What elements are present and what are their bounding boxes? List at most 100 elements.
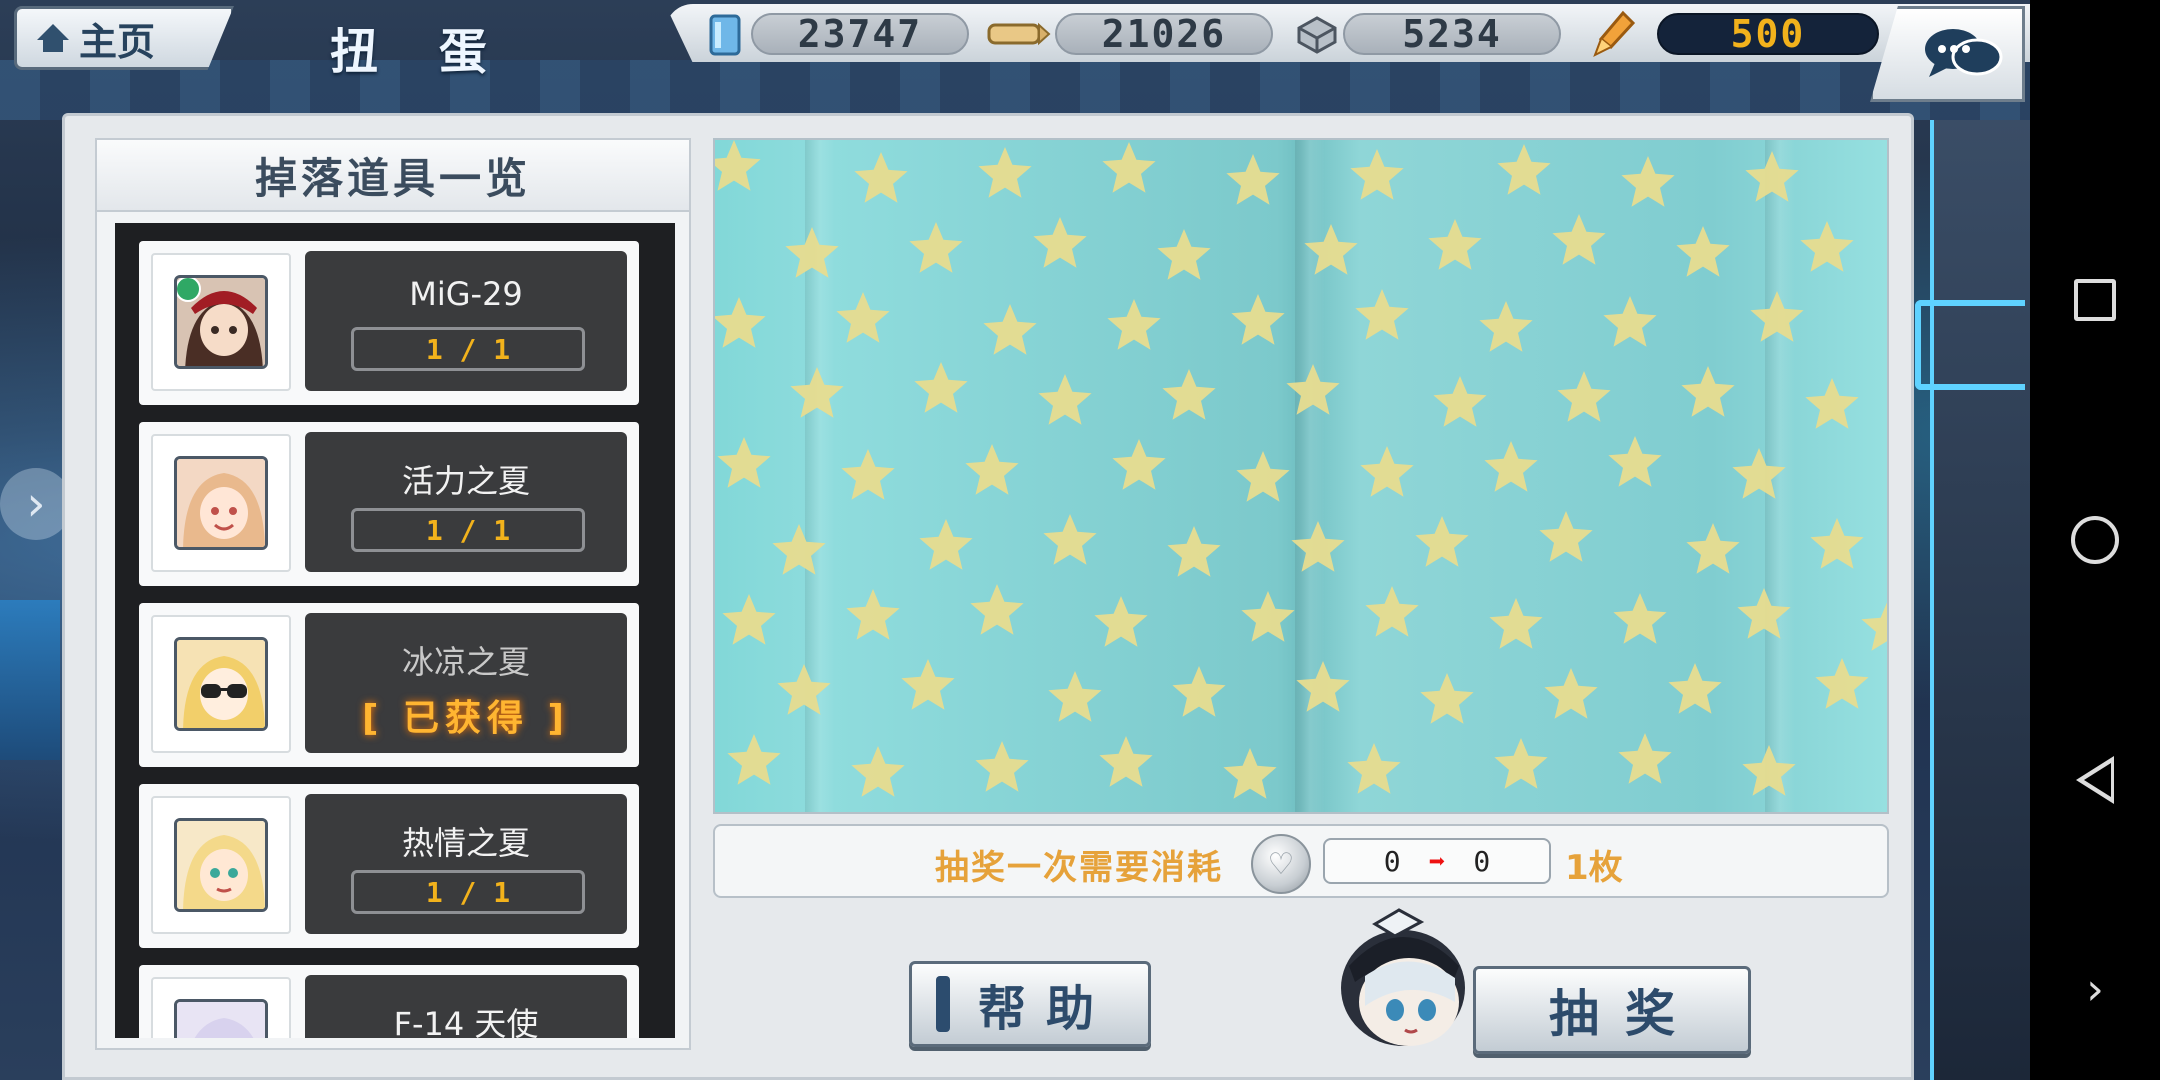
star-decoration — [1608, 436, 1662, 487]
star-decoration — [1241, 591, 1295, 642]
star-decoration — [851, 746, 905, 797]
star-decoration — [1107, 299, 1161, 350]
currency-rocket: 500 — [1593, 10, 1879, 58]
star-decoration — [1742, 745, 1796, 796]
item-count: 1 / 1 — [351, 327, 585, 371]
star-decoration — [965, 444, 1019, 495]
star-decoration — [1497, 144, 1551, 195]
star-decoration — [715, 140, 761, 191]
star-decoration — [1737, 588, 1791, 639]
fuel-value: 23747 — [751, 12, 969, 56]
item-thumbnail — [151, 434, 291, 572]
item-info: MiG-29 1 / 1 — [305, 251, 627, 391]
drop-list-title: 掉落道具一览 — [97, 140, 689, 212]
star-decoration — [1167, 526, 1221, 577]
rocket-icon — [1593, 10, 1637, 58]
star-decoration — [1810, 518, 1864, 569]
star-decoration — [1415, 516, 1469, 567]
star-decoration — [1365, 586, 1419, 637]
currency-steel: 5234 — [1295, 12, 1561, 56]
star-decoration — [1094, 596, 1148, 647]
star-decoration — [715, 297, 766, 348]
rocket-value: 500 — [1657, 12, 1879, 56]
star-decoration — [1048, 671, 1102, 722]
background-glow — [1915, 300, 2025, 390]
item-info: F-14 天使 — [305, 975, 627, 1038]
star-decoration — [1668, 663, 1722, 714]
background-machine — [1930, 120, 2030, 1080]
cost-from: 0 — [1383, 844, 1401, 878]
list-item[interactable]: F-14 天使 — [139, 965, 639, 1038]
star-decoration — [1420, 673, 1474, 724]
star-decoration — [1291, 521, 1345, 572]
list-item[interactable]: 活力之夏 1 / 1 — [139, 422, 639, 586]
list-item[interactable]: 冰凉之夏 [ 已获得 ] — [139, 603, 639, 767]
steel-value: 5234 — [1343, 12, 1561, 56]
help-button[interactable]: 帮助 — [909, 961, 1151, 1047]
item-name: 热情之夏 — [401, 824, 530, 862]
star-decoration — [1621, 156, 1675, 207]
steel-icon — [1295, 12, 1339, 56]
star-decoration — [1613, 593, 1667, 644]
star-decoration — [1732, 448, 1786, 499]
star-decoration — [1861, 602, 1887, 651]
star-decoration — [1360, 446, 1414, 497]
star-decoration — [914, 362, 968, 413]
item-name: MiG-29 — [409, 275, 523, 313]
star-decoration — [1745, 151, 1799, 202]
star-decoration — [1231, 294, 1285, 345]
character-portrait — [174, 999, 268, 1038]
home-icon — [37, 24, 69, 52]
help-bar-icon — [936, 976, 950, 1032]
circle-icon — [2071, 516, 2119, 564]
star-decoration — [1433, 376, 1487, 427]
star-decoration — [970, 584, 1024, 635]
list-item[interactable]: 热情之夏 1 / 1 — [139, 784, 639, 948]
gacha-curtain-display — [713, 138, 1889, 814]
cost-label: 抽奖一次需要消耗 — [935, 848, 1223, 888]
star-decoration — [1494, 738, 1548, 789]
back-button[interactable] — [2070, 755, 2120, 805]
star-decoration — [1226, 154, 1280, 205]
obtained-status: [ 已获得 ] — [362, 698, 570, 739]
star-decoration — [1805, 378, 1859, 429]
item-count: 1 / 1 — [351, 508, 585, 552]
star-decoration — [975, 741, 1029, 792]
home-button[interactable]: 主页 — [14, 6, 234, 70]
character-portrait — [174, 637, 268, 731]
recent-apps-button[interactable] — [2070, 275, 2120, 325]
star-decoration — [1172, 666, 1226, 717]
drop-list[interactable]: MiG-29 1 / 1 活力之夏 1 / 1 冰凉之夏 [已获得] 热情之… — [115, 223, 675, 1038]
list-item[interactable]: MiG-29 1 / 1 — [139, 241, 639, 405]
star-decoration — [1676, 226, 1730, 277]
star-decoration — [1479, 301, 1533, 352]
item-thumbnail — [151, 253, 291, 391]
nav-expand-button[interactable]: › — [2070, 965, 2120, 1015]
star-decoration — [790, 367, 844, 418]
star-decoration — [1236, 451, 1290, 502]
item-name: 冰凉之夏 — [401, 643, 530, 681]
star-decoration — [1750, 291, 1804, 342]
heart-coin-icon: ♡ — [1251, 834, 1311, 894]
draw-button[interactable]: 抽奖 — [1473, 966, 1751, 1054]
system-nav-bar: › — [2030, 0, 2160, 1080]
star-decoration — [983, 304, 1037, 355]
star-decoration — [1223, 748, 1277, 799]
star-badge-icon — [177, 278, 201, 302]
home-label: 主页 — [79, 19, 156, 64]
star-decoration — [836, 292, 890, 343]
star-decoration — [777, 664, 831, 715]
ammo-icon — [985, 12, 1051, 56]
star-decoration — [1800, 221, 1854, 272]
star-decoration — [1355, 289, 1409, 340]
star-decoration — [919, 519, 973, 570]
home-system-button[interactable] — [2070, 515, 2120, 565]
star-decoration — [1618, 733, 1672, 784]
star-decoration — [1484, 441, 1538, 492]
star-decoration — [1099, 736, 1153, 787]
star-decoration — [717, 437, 771, 488]
star-decoration — [1544, 668, 1598, 719]
star-decoration — [901, 659, 955, 710]
star-decoration — [1112, 439, 1166, 490]
item-info: 热情之夏 1 / 1 — [305, 794, 627, 934]
